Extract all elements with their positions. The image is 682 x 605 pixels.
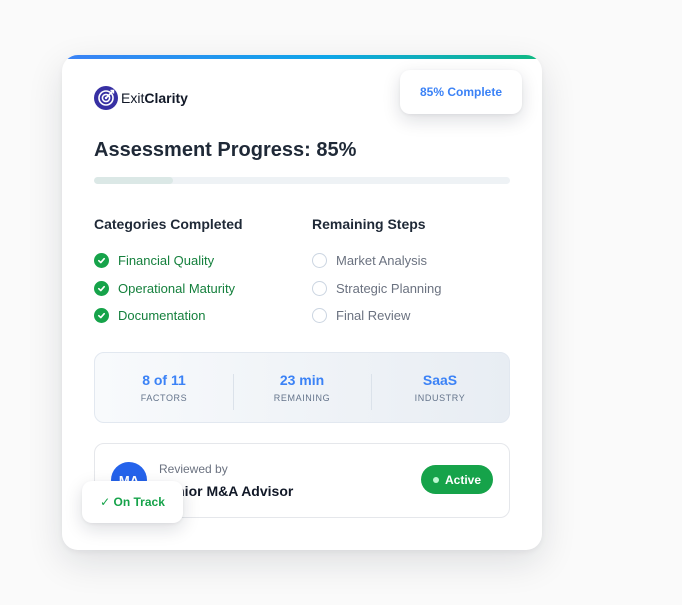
list-item: Operational Maturity xyxy=(94,275,235,303)
list-item: Strategic Planning xyxy=(312,275,442,303)
stat-label: INDUSTRY xyxy=(414,393,466,403)
reviewer-label: Reviewed by xyxy=(159,462,228,476)
check-circle-icon xyxy=(94,253,109,269)
on-track-floating-badge: ✓ On Track xyxy=(82,481,183,523)
list-item-label: Financial Quality xyxy=(118,253,215,269)
stat-factors: 8 of 11 FACTORS xyxy=(95,372,233,403)
stat-industry: SaaS INDUSTRY xyxy=(371,372,509,410)
completed-list: Financial Quality Operational Maturity D… xyxy=(94,247,235,330)
list-item: Documentation xyxy=(94,302,235,330)
list-item: Final Review xyxy=(312,302,442,330)
status-badge: Active xyxy=(421,465,493,494)
remaining-steps-title: Remaining Steps xyxy=(312,216,426,232)
list-item-label: Documentation xyxy=(118,308,206,324)
list-item: Financial Quality xyxy=(94,247,235,275)
list-item-label: Operational Maturity xyxy=(118,280,236,296)
empty-circle-icon xyxy=(312,280,327,296)
progress-fill xyxy=(94,177,174,184)
stat-value: 23 min xyxy=(279,372,325,388)
stat-remaining: 23 min REMAINING xyxy=(233,372,371,410)
stat-label: FACTORS xyxy=(140,393,188,403)
remaining-list: Market Analysis Strategic Planning Final… xyxy=(312,247,442,330)
gradient-top-bar xyxy=(62,55,542,59)
brand-logo[interactable]: ExitClarity xyxy=(94,86,188,110)
empty-circle-icon xyxy=(312,308,327,324)
check-circle-icon xyxy=(94,308,109,324)
empty-circle-icon xyxy=(312,253,327,269)
page-title: Assessment Progress: 85% xyxy=(94,139,357,161)
list-item: Market Analysis xyxy=(312,247,442,275)
list-item-label: Market Analysis xyxy=(336,253,428,269)
brand-name: ExitClarity xyxy=(121,90,188,106)
stat-value: 8 of 11 xyxy=(142,372,186,388)
list-item-label: Strategic Planning xyxy=(336,280,442,296)
stat-label: REMAINING xyxy=(273,393,331,403)
list-item-label: Final Review xyxy=(336,308,411,324)
categories-completed-title: Categories Completed xyxy=(94,216,243,232)
check-circle-icon xyxy=(94,280,109,296)
stats-panel: 8 of 11 FACTORS 23 min REMAINING SaaS IN… xyxy=(94,352,510,423)
stat-value: SaaS xyxy=(422,372,458,388)
target-icon xyxy=(94,86,118,110)
status-label: Active xyxy=(444,472,482,487)
complete-floating-badge: 85% Complete xyxy=(400,70,522,114)
progress-bar xyxy=(94,177,510,184)
status-dot-icon xyxy=(432,476,439,483)
assessment-card: ExitClarity Assessment Progress: 85% Cat… xyxy=(62,55,542,550)
